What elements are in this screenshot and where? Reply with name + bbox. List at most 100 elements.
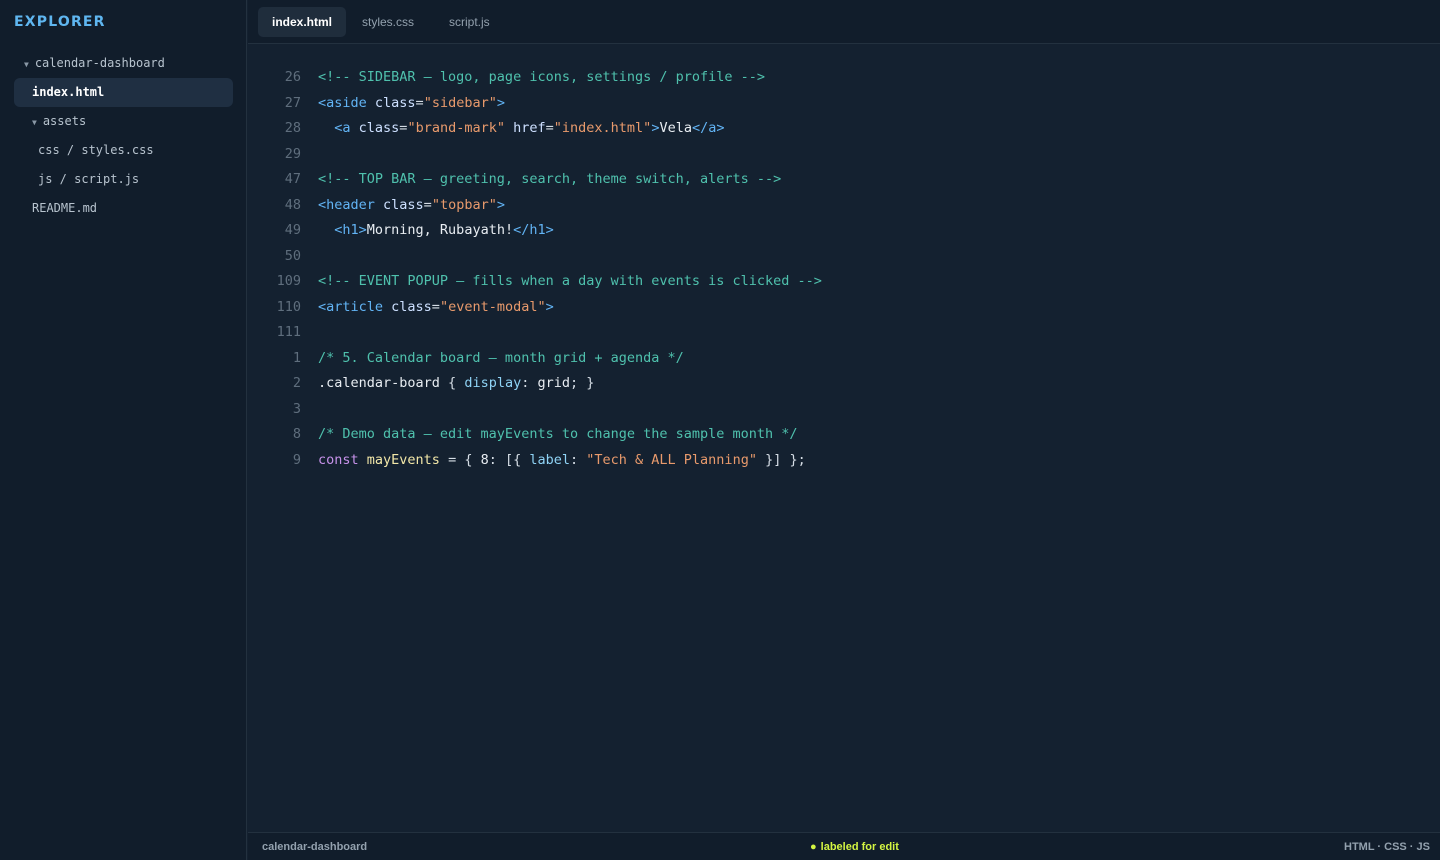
status-bar: calendar-dashboard ● labeled for edit HTM… [248,832,1440,860]
code-line[interactable]: 9 const mayEvents = { 8: [{ label: "Tech … [248,448,1440,474]
code-token: label [529,451,570,468]
code-token: = [431,298,440,315]
line-number: 109 [276,273,301,289]
code-token: <h1> [334,222,367,238]
tree-item-label: js / script.js [38,172,140,186]
code-line[interactable]: 8 /* Demo data — edit mayEvents to change… [248,422,1440,448]
tree-folder-calendar-dashboard[interactable]: ▼ calendar-dashboard [14,49,233,78]
line-number: 2 [292,375,301,391]
code-token: Vela [659,120,692,136]
code-token: mayEvents [366,451,440,468]
code-token: <a [334,120,359,136]
line-number: 29 [284,145,301,162]
code-token: > [545,298,554,315]
line-code: /* 5. Calendar board — month grid + agen… [318,346,684,372]
line-code: /* Demo data — edit mayEvents to change … [318,422,798,448]
code-token: = { [439,451,481,468]
code-token: class [358,120,400,136]
code-token: "brand-mark" [407,120,505,136]
code-token: { [448,375,465,391]
code-token: .calendar-board [318,375,449,391]
line-code: <a class="brand-mark" href="index.html">… [318,116,724,142]
code-token: /* Demo data — edit mayEvents to change … [318,426,798,442]
code-line[interactable]: 2 .calendar-board { display: grid; } [248,371,1440,397]
chevron-down-icon: ▼ [24,60,29,69]
line-number: 111 [276,324,301,340]
tree-file-styles-css[interactable]: css / styles.css [14,136,233,165]
code-editor[interactable]: 26 <!-- SIDEBAR — logo, page icons, setti… [248,44,1440,832]
tree-item-label: calendar-dashboard [34,56,165,70]
code-token: grid [537,375,570,391]
code-token: > [496,196,505,213]
line-code: <article class="event-modal"> [318,295,554,321]
line-number: 48 [284,196,301,213]
code-line[interactable]: 29 [248,142,1440,168]
code-token: <aside [318,94,375,111]
code-lines: 26 <!-- SIDEBAR — logo, page icons, setti… [248,65,1440,473]
line-number: 26 [284,69,301,85]
code-token: const [318,451,367,468]
code-line[interactable]: 26 <!-- SIDEBAR — logo, page icons, setti… [248,65,1440,91]
code-token: href [513,120,546,136]
status-edit-state: ● labeled for edit [810,833,899,860]
code-token: = [545,120,554,136]
status-dot-icon: ● [810,841,817,853]
line-number: 8 [292,426,301,442]
code-token: }] }; [756,451,806,468]
line-number: 28 [284,120,301,136]
status-project-name: calendar-dashboard [262,841,368,853]
line-code: .calendar-board { display: grid; } [318,371,594,397]
code-token: /* 5. Calendar board — month grid + agen… [318,349,684,366]
editor-tab-bar: index.html styles.css script.js [248,0,1440,44]
code-token: <article [318,298,392,315]
code-token: "Tech & ALL Planning" [586,451,757,468]
tree-item-label: index.html [32,85,105,99]
code-line[interactable]: 109 <!-- EVENT POPUP — fills when a day w… [248,269,1440,295]
code-line[interactable]: 48 <header class="topbar"> [248,193,1440,219]
tree-file-index-html[interactable]: index.html [14,78,233,107]
tree-item-label: README.md [32,201,98,215]
code-token: "sidebar" [423,94,497,111]
code-token: : [521,375,538,391]
code-line[interactable]: 50 [248,244,1440,270]
tab-script-js[interactable]: script.js [435,7,504,37]
tree-file-script-js[interactable]: js / script.js [14,165,233,194]
tree-file-readme[interactable]: README.md [14,194,233,223]
tree-folder-assets[interactable]: ▼ assets [14,107,233,136]
code-line[interactable]: 28 <a class="brand-mark" href="index.htm… [248,116,1440,142]
line-number: 3 [292,400,301,417]
code-token: "event-modal" [439,298,546,315]
code-line[interactable]: 1 /* 5. Calendar board — month grid + age… [248,346,1440,372]
file-explorer: EXPLORER ▼ calendar-dashboard index.html … [0,0,247,860]
status-state-label: labeled for edit [820,841,899,853]
code-line[interactable]: 3 [248,397,1440,423]
code-token: <!-- EVENT POPUP — fills when a day with… [318,273,822,289]
code-token: <!-- TOP BAR — greeting, search, theme s… [318,171,782,187]
code-token: = [423,196,432,213]
tab-styles-css[interactable]: styles.css [348,7,428,37]
code-token: <header [318,196,384,213]
code-token: class [391,298,432,315]
code-line[interactable]: 47 <!-- TOP BAR — greeting, search, theme… [248,167,1440,193]
code-line[interactable]: 110 <article class="event-modal"> [248,295,1440,321]
line-number: 49 [284,222,301,238]
chevron-down-icon: ▼ [32,118,37,127]
code-token: class [374,94,416,111]
tab-index-html[interactable]: index.html [258,7,347,37]
line-number: 50 [284,247,301,264]
code-line[interactable]: 27 <aside class="sidebar"> [248,91,1440,117]
code-line[interactable]: 111 [248,320,1440,346]
code-token: <!-- SIDEBAR — logo, page icons, setting… [318,69,766,85]
code-token: "index.html" [553,120,652,136]
code-token: display [464,375,522,391]
code-line[interactable]: 49 <h1>Morning, Rubayath!</h1> [248,218,1440,244]
line-code: const mayEvents = { 8: [{ label: "Tech &… [318,448,806,474]
tree-item-label: assets [42,114,87,128]
file-tree: ▼ calendar-dashboard index.html ▼ assets c… [14,49,233,223]
code-token: Morning, Rubayath! [366,222,514,238]
code-token: = [415,94,424,111]
line-code: <header class="topbar"> [318,193,505,219]
